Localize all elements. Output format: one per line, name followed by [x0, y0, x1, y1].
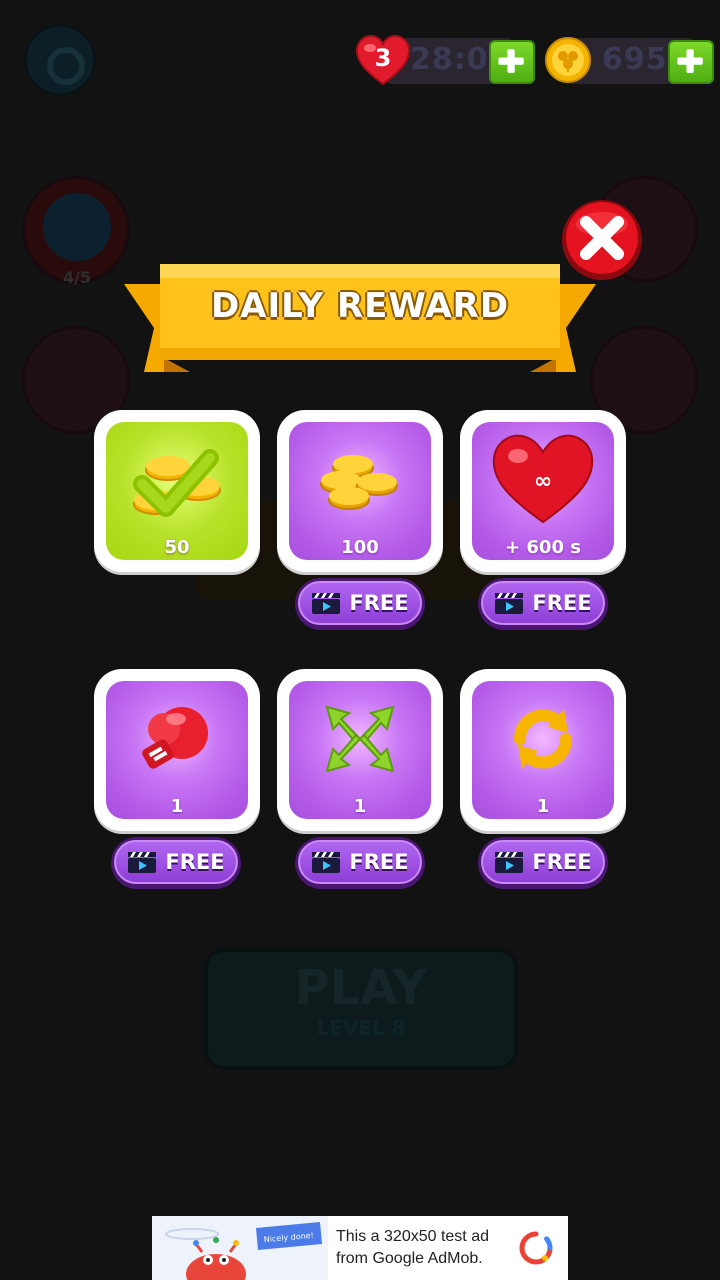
reward-tile-coins-100: 100: [277, 410, 443, 572]
progress-count: 4/5: [62, 268, 92, 287]
free-button-boxing-glove[interactable]: FREE: [111, 837, 241, 889]
free-button-face: FREE: [114, 840, 238, 884]
dialog-title: DAILY REWARD: [210, 286, 510, 326]
reward-tile-infinite-lives: ∞ + 600 s: [460, 410, 626, 572]
boxing-glove-icon: [142, 707, 208, 769]
play-button: PLAY LEVEL 8: [204, 948, 518, 1070]
reward-tile-face: 1: [472, 681, 614, 819]
free-label: FREE: [165, 850, 225, 874]
clover-coin-icon: [545, 37, 591, 83]
coins-stack-icon: [320, 455, 398, 510]
ad-line-2: from Google AdMob.: [336, 1250, 483, 1267]
ad-illustration: Nicely done!: [152, 1216, 328, 1280]
svg-text:∞: ∞: [534, 469, 552, 494]
video-clapperboard-icon: [312, 852, 341, 873]
background-game-screen: 4/5 PLAY LEVEL 8: [0, 0, 720, 1280]
free-button-face: FREE: [481, 581, 605, 625]
coin-amount: 695: [602, 42, 668, 77]
coins-icon: [133, 449, 221, 517]
free-button-face: FREE: [298, 840, 422, 884]
free-label: FREE: [349, 591, 409, 615]
close-button[interactable]: [560, 198, 644, 282]
ad-banner[interactable]: Nicely done! This a 320x50 test ad from …: [152, 1216, 568, 1280]
reward-amount: 1: [536, 796, 550, 817]
video-clapperboard-icon: [128, 852, 157, 873]
video-clapperboard-icon: [312, 593, 341, 614]
video-clapperboard-icon: [495, 852, 524, 873]
free-button-infinite-lives[interactable]: FREE: [478, 578, 608, 630]
reward-amount: 1: [170, 796, 184, 817]
refresh-arrows-icon: [514, 709, 572, 769]
free-button-expand[interactable]: FREE: [295, 837, 425, 889]
plus-icon: [498, 49, 524, 73]
reward-amount: + 600 s: [505, 537, 581, 558]
reward-tile-face: 50: [106, 422, 248, 560]
plus-icon: [677, 49, 703, 73]
reward-tile-face: 1: [106, 681, 248, 819]
free-label: FREE: [532, 591, 592, 615]
reward-amount: 100: [341, 537, 379, 558]
add-lives-button[interactable]: [489, 40, 535, 84]
reward-tile-expand: 1: [277, 669, 443, 831]
video-clapperboard-icon: [495, 593, 524, 614]
reward-tile-coins-50: 50: [94, 410, 260, 572]
free-label: FREE: [532, 850, 592, 874]
level-label: LEVEL 8: [316, 1016, 406, 1040]
ad-text: This a 320x50 test ad from Google AdMob.: [336, 1226, 516, 1270]
add-coins-button[interactable]: [668, 40, 714, 84]
free-button-face: FREE: [481, 840, 605, 884]
admob-logo-icon: [519, 1231, 553, 1265]
free-button-face: FREE: [298, 581, 422, 625]
play-label: PLAY: [294, 960, 428, 1016]
reward-amount: 50: [164, 537, 190, 558]
reward-tile-boxing-glove: 1: [94, 669, 260, 831]
reward-tile-face: 1: [289, 681, 431, 819]
free-button-coins-100[interactable]: FREE: [295, 578, 425, 630]
ad-line-1: This a 320x50 test ad: [336, 1228, 489, 1245]
reward-tile-face: 100: [289, 422, 431, 560]
infinite-heart-icon: ∞: [492, 434, 594, 524]
free-button-refresh[interactable]: FREE: [478, 837, 608, 889]
lives-count: 3: [374, 44, 392, 72]
expand-arrows-icon: [325, 705, 395, 773]
reward-tile-face: ∞ + 600 s: [472, 422, 614, 560]
reward-amount: 1: [353, 796, 367, 817]
settings-gear-icon: [24, 24, 96, 96]
reward-tile-refresh: 1: [460, 669, 626, 831]
free-label: FREE: [349, 850, 409, 874]
